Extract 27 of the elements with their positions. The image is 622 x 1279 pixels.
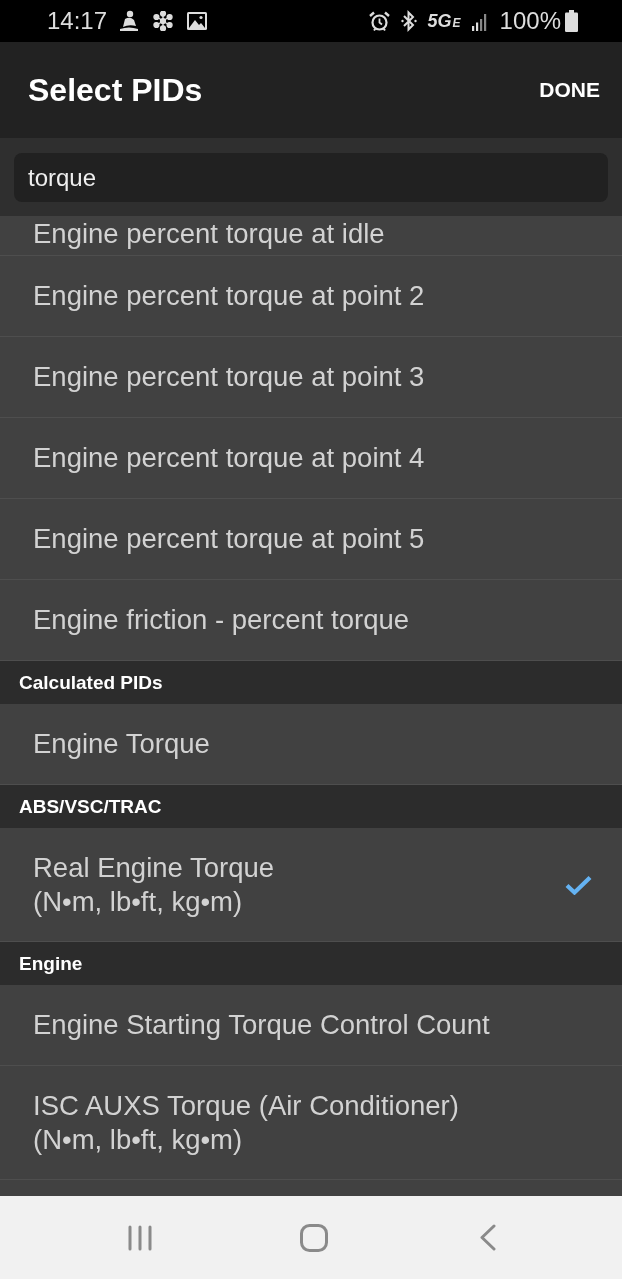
section-header: ABS/VSC/TRAC: [0, 785, 622, 828]
alarm-icon: [368, 10, 390, 32]
done-button[interactable]: DONE: [531, 68, 608, 112]
section-header: Engine: [0, 942, 622, 985]
network-type: 5GE: [427, 10, 461, 32]
back-icon: [480, 1224, 496, 1251]
battery-percent: 100%: [499, 7, 561, 35]
signal-icon: [471, 11, 489, 31]
pid-list-item[interactable]: Engine percent torque at point 3: [0, 337, 622, 418]
pid-list-item[interactable]: Engine percent torque at point 2: [0, 256, 622, 337]
pid-list-item[interactable]: ISC AUXS Torque (Air Conditioner) (N•m, lb•ft, kg•m): [0, 1066, 622, 1180]
check-icon: [565, 874, 592, 895]
image-icon: [187, 12, 208, 30]
pid-list-item[interactable]: Engine Starting Torque Control Count: [0, 985, 622, 1066]
pid-list-item[interactable]: Engine percent torque at point 4: [0, 418, 622, 499]
status-time: 14:17: [47, 7, 108, 35]
dots-network-icon: [153, 11, 174, 31]
section-header: Calculated PIDs: [0, 661, 622, 704]
recent-apps-icon: [128, 1224, 152, 1251]
pid-list-item[interactable]: Engine percent torque at point 5: [0, 499, 622, 580]
person-icon: [119, 10, 140, 32]
battery-icon: [565, 10, 578, 32]
screen-title: Select PIDs: [28, 71, 203, 109]
bluetooth-icon: [400, 10, 417, 32]
pid-list-item[interactable]: Engine percent torque at idle: [0, 216, 622, 256]
search-field[interactable]: torque: [14, 153, 608, 202]
home-icon: [300, 1223, 328, 1252]
